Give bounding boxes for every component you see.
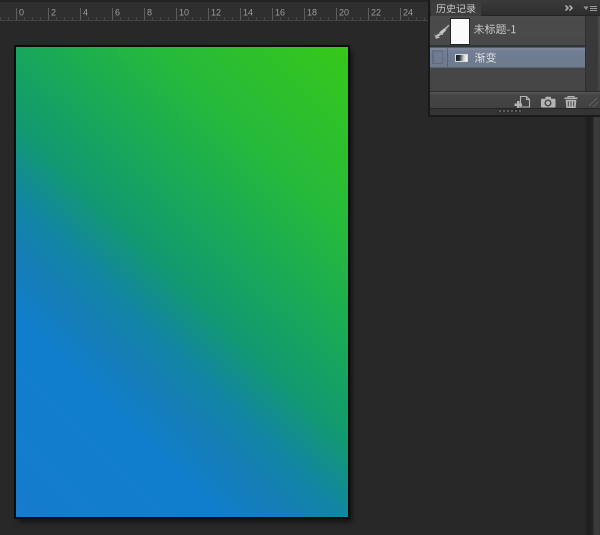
svg-text:12: 12	[211, 8, 221, 18]
svg-text:4: 4	[83, 8, 88, 18]
svg-text:6: 6	[115, 8, 120, 18]
svg-text:2: 2	[51, 8, 56, 18]
svg-text:24: 24	[403, 8, 413, 18]
svg-text:8: 8	[147, 8, 152, 18]
svg-text:18: 18	[307, 8, 317, 18]
svg-text:22: 22	[371, 8, 381, 18]
svg-text:20: 20	[339, 8, 349, 18]
svg-text:0: 0	[19, 8, 24, 18]
svg-text:14: 14	[243, 8, 253, 18]
svg-text:10: 10	[179, 8, 189, 18]
svg-text:16: 16	[275, 8, 285, 18]
